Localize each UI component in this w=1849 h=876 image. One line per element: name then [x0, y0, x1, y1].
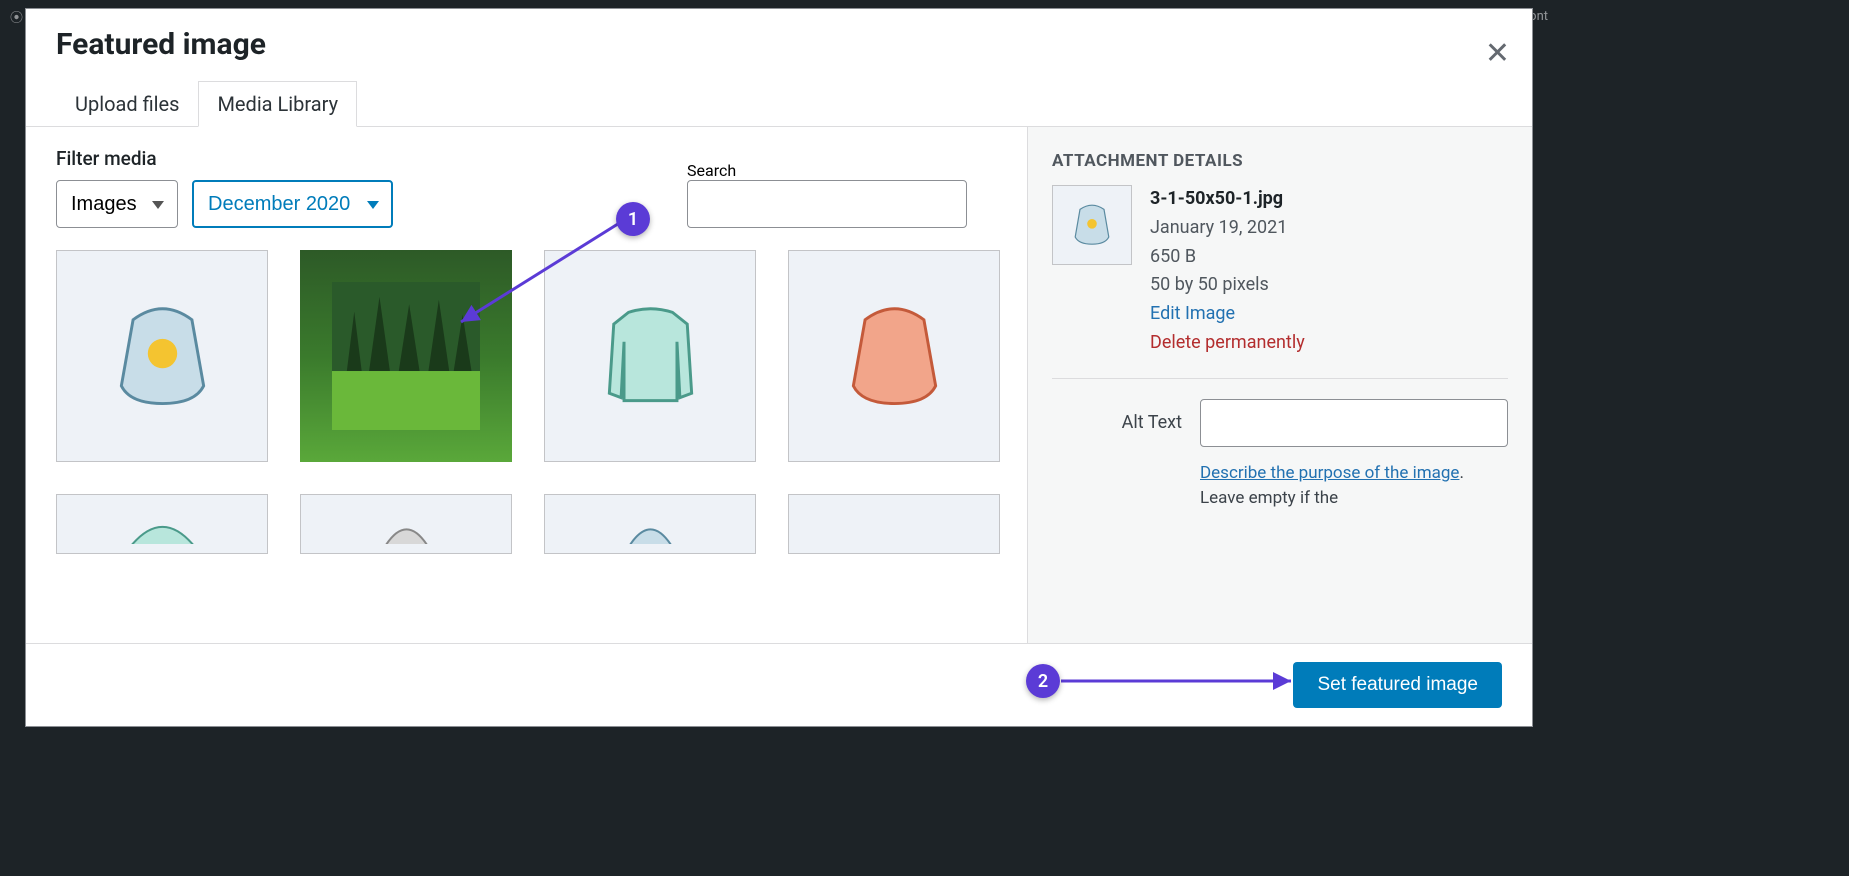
modal-title: Featured image: [56, 27, 1502, 62]
divider: [1052, 378, 1508, 379]
media-item-peek-2[interactable]: [300, 494, 512, 554]
attachment-filesize: 650 B: [1150, 243, 1305, 272]
media-item-peek-1[interactable]: [56, 494, 268, 554]
media-browser: Filter media Images December 2020: [26, 127, 1027, 643]
attachment-date: January 19, 2021: [1150, 214, 1305, 243]
attachment-details-heading: ATTACHMENT DETAILS: [1052, 151, 1508, 171]
attachment-dimensions: 50 by 50 pixels: [1150, 271, 1305, 300]
alt-text-input[interactable]: [1200, 399, 1508, 447]
annotation-callout-1: 1: [616, 202, 650, 236]
search-input[interactable]: [687, 180, 967, 228]
filter-media-label: Filter media: [56, 147, 393, 170]
alt-text-help: Describe the purpose of the image. Leave…: [1200, 461, 1508, 512]
featured-image-modal: Featured image ✕ Upload files Media Libr…: [25, 8, 1533, 727]
alt-text-help-link[interactable]: Describe the purpose of the image: [1200, 463, 1459, 483]
media-item-longsleeve-teal[interactable]: [544, 250, 756, 462]
edit-image-link[interactable]: Edit Image: [1150, 300, 1305, 329]
adminbar-wp-icon[interactable]: ⦿: [10, 7, 23, 26]
media-item-forest[interactable]: [300, 250, 512, 462]
filter-date-select[interactable]: December 2020: [192, 180, 393, 228]
media-item-peek-3[interactable]: [544, 494, 756, 554]
modal-footer: Set featured image: [26, 643, 1532, 726]
delete-permanently-link[interactable]: Delete permanently: [1150, 329, 1305, 358]
media-item-hoodie-blue[interactable]: [56, 250, 268, 462]
modal-tabs: Upload files Media Library: [26, 62, 1532, 127]
attachment-thumbnail: [1052, 185, 1132, 265]
tab-media-library[interactable]: Media Library: [198, 81, 357, 127]
media-item-peek-4[interactable]: [788, 494, 1000, 554]
tab-upload-files[interactable]: Upload files: [56, 81, 198, 127]
filter-type-select[interactable]: Images: [56, 180, 178, 228]
search-label: Search: [687, 161, 736, 180]
attachment-details-panel: ATTACHMENT DETAILS 3-1-50x50-1.jpg Janua…: [1027, 127, 1532, 643]
alt-text-label: Alt Text: [1052, 412, 1182, 433]
close-icon[interactable]: ✕: [1485, 39, 1510, 69]
media-item-hoodie-red[interactable]: [788, 250, 1000, 462]
attachment-filename: 3-1-50x50-1.jpg: [1150, 185, 1305, 214]
annotation-callout-2: 2: [1026, 664, 1060, 698]
media-grid: [56, 250, 997, 554]
set-featured-image-button[interactable]: Set featured image: [1293, 662, 1502, 708]
